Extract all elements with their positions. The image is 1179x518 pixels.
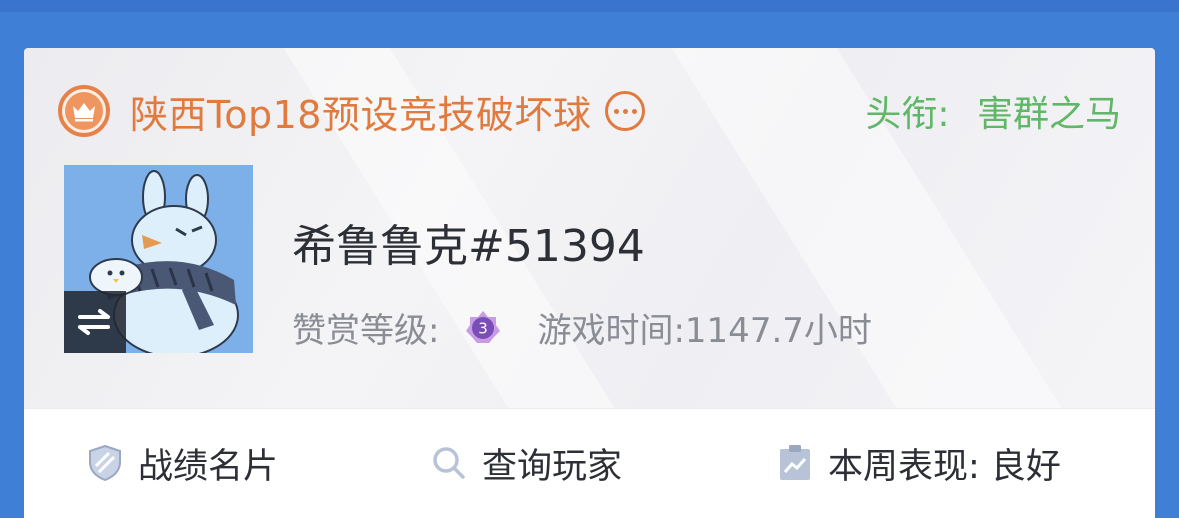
shield-icon bbox=[86, 444, 124, 482]
crown-icon bbox=[58, 85, 110, 137]
search-icon bbox=[430, 444, 468, 482]
record-card-label: 战绩名片 bbox=[138, 446, 279, 487]
weekly-performance-button[interactable]: 本周表现: 良好 bbox=[776, 441, 1061, 487]
search-player-label: 查询玩家 bbox=[482, 446, 623, 487]
appreciation-level-value: 3 bbox=[479, 320, 489, 338]
more-options-icon[interactable] bbox=[605, 91, 646, 131]
record-card-button[interactable]: 战绩名片 bbox=[86, 441, 278, 487]
player-stats: 赞赏等级: 3 游戏时间:1147.7小时 bbox=[292, 305, 872, 351]
top-bar bbox=[0, 0, 1179, 12]
player-card: 陕西Top18预设竞技破坏球 头衔: 害群之马 希鲁鲁克#51394 赞赏等级:… bbox=[24, 48, 1155, 518]
weekly-performance-label: 本周表现: 良好 bbox=[828, 446, 1061, 487]
action-bar: 战绩名片 查询玩家 本周表现: 良好 bbox=[24, 408, 1155, 518]
swap-arrows-icon[interactable] bbox=[64, 291, 126, 353]
appreciation-level-badge: 3 bbox=[465, 309, 501, 345]
clipboard-chart-icon bbox=[776, 444, 814, 482]
search-player-button[interactable]: 查询玩家 bbox=[430, 441, 622, 487]
player-name: 希鲁鲁克#51394 bbox=[292, 221, 645, 272]
title-value: 害群之马 bbox=[976, 94, 1121, 135]
avatar[interactable] bbox=[64, 165, 253, 353]
title-prefix: 头衔: bbox=[865, 94, 950, 135]
appreciation-label: 赞赏等级: bbox=[292, 310, 440, 351]
playtime: 游戏时间:1147.7小时 bbox=[537, 310, 872, 351]
rank-header: 陕西Top18预设竞技破坏球 头衔: 害群之马 bbox=[58, 85, 1121, 137]
rank-label: 陕西Top18预设竞技破坏球 bbox=[130, 92, 592, 137]
player-title: 头衔: 害群之马 bbox=[865, 85, 1121, 137]
